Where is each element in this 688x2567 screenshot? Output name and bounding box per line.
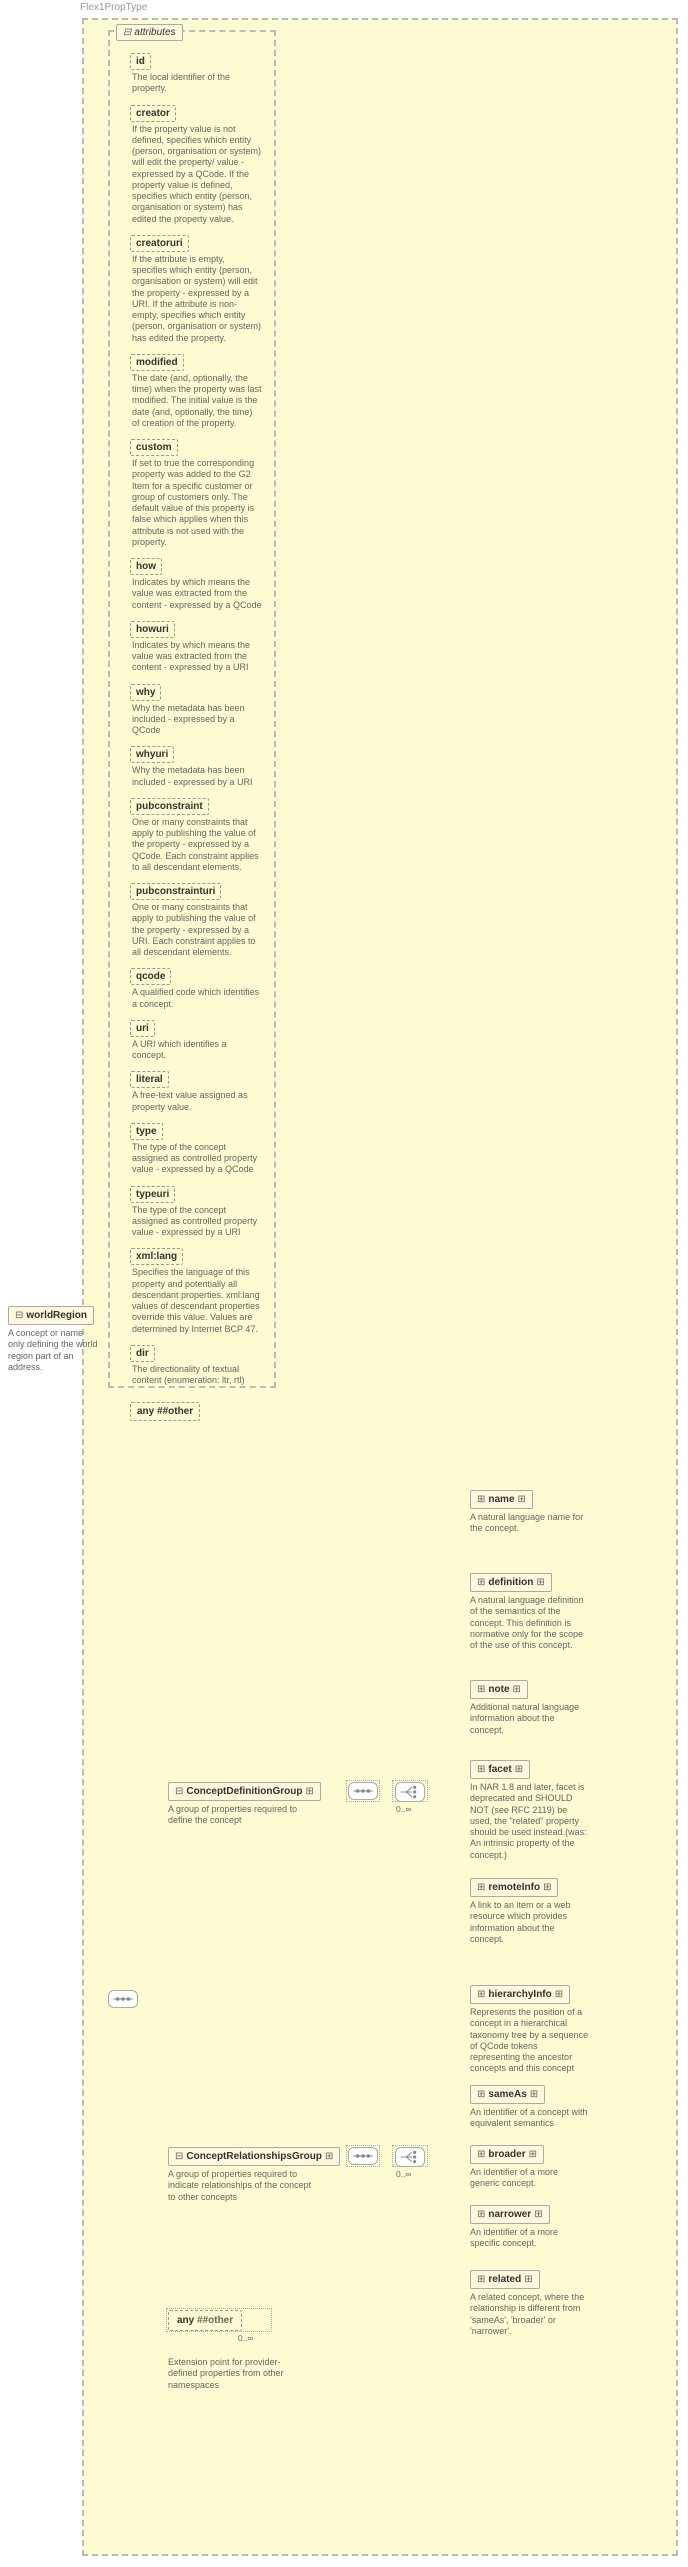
attribute-name: uri	[130, 1020, 155, 1037]
attribute-desc: If set to true the corresponding propert…	[132, 458, 262, 548]
attributes-header: attributes	[116, 24, 183, 41]
attribute-desc: A URI which identifies a concept.	[132, 1039, 262, 1062]
child-element-remoteInfo: remoteInfoA link to an item or a web res…	[470, 1878, 590, 1945]
concept-relationships-group-desc: A group of properties required to indica…	[168, 2169, 318, 2203]
attribute-name: whyuri	[130, 746, 174, 763]
attribute-item: why Why the metadata has been included - …	[130, 684, 266, 737]
child-element-desc: Additional natural language information …	[470, 1702, 590, 1736]
attribute-name: howuri	[130, 621, 175, 638]
attribute-desc: The directionality of textual content (e…	[132, 1364, 262, 1387]
attribute-name: modified	[130, 354, 184, 371]
attribute-desc: If the property value is not defined, sp…	[132, 124, 262, 225]
attribute-item: literal A free-text value assigned as pro…	[130, 1071, 266, 1113]
crg-sequence-compositor	[348, 2147, 378, 2167]
attribute-desc: If the attribute is empty, specifies whi…	[132, 254, 262, 344]
cdg-choice-compositor	[395, 1782, 425, 1802]
attribute-item: uri A URI which identifies a concept.	[130, 1020, 266, 1062]
attribute-desc: One or many constraints that apply to pu…	[132, 817, 262, 873]
child-element-desc: A related concept, where the relationshi…	[470, 2292, 590, 2337]
child-element-desc: Represents the position of a concept in …	[470, 2007, 590, 2075]
attribute-desc: The type of the concept assigned as cont…	[132, 1142, 262, 1176]
child-element-hierarchyInfo: hierarchyInfoRepresents the position of …	[470, 1985, 590, 2075]
attribute-item: modified The date (and, optionally, the t…	[130, 354, 266, 429]
crg-choice-compositor	[395, 2147, 425, 2167]
attribute-name: qcode	[130, 968, 171, 985]
attribute-name: xml:lang	[130, 1248, 183, 1265]
attribute-name: how	[130, 558, 162, 575]
attribute-item: id The local identifier of the property.	[130, 53, 266, 95]
attribute-item: howuri Indicates by which means the value…	[130, 621, 266, 674]
attribute-list: id The local identifier of the property. c…	[118, 53, 266, 1386]
attribute-item: qcode A qualified code which identifies a…	[130, 968, 266, 1010]
attribute-desc: Indicates by which means the value was e…	[132, 577, 262, 611]
child-element-name: nameA natural language name for the conc…	[470, 1490, 590, 1535]
diagram-title: Flex1PropType	[80, 2, 147, 13]
child-element-facet: facetIn NAR 1.8 and later, facet is depr…	[470, 1760, 590, 1861]
attribute-item: creator If the property value is not defi…	[130, 105, 266, 225]
attribute-name: id	[130, 53, 151, 70]
concept-definition-group-desc: A group of properties required to define…	[168, 1804, 318, 1827]
attribute-desc: Why the metadata has been included - exp…	[132, 765, 262, 788]
concept-relationships-group: ConceptRelationshipsGroup A group of pro…	[168, 2147, 340, 2203]
attribute-name: why	[130, 684, 161, 701]
attribute-desc: The local identifier of the property.	[132, 72, 262, 95]
attribute-name: dir	[130, 1345, 155, 1362]
child-element-desc: An identifier of a more specific concept…	[470, 2227, 590, 2250]
attribute-desc: Specifies the language of this property …	[132, 1267, 262, 1335]
attribute-name: type	[130, 1123, 163, 1140]
attribute-name: creator	[130, 105, 176, 122]
attribute-item: custom If set to true the corresponding p…	[130, 439, 266, 548]
child-element-desc: A natural language name for the concept.	[470, 1512, 590, 1535]
attribute-name: creatoruri	[130, 235, 189, 252]
child-element-desc: A link to an item or a web resource whic…	[470, 1900, 590, 1945]
child-element-definition: definitionA natural language definition …	[470, 1573, 590, 1651]
attribute-item: pubconstrainturi One or many constraints …	[130, 883, 266, 958]
child-element-narrower: narrowerAn identifier of a more specific…	[470, 2205, 590, 2250]
child-element-note: noteAdditional natural language informat…	[470, 1680, 590, 1736]
attribute-item: typeuri The type of the concept assigned …	[130, 1186, 266, 1239]
child-element-sameAs: sameAsAn identifier of a concept with eq…	[470, 2085, 590, 2130]
attribute-desc: The type of the concept assigned as cont…	[132, 1205, 262, 1239]
child-element-desc: An identifier of a more generic concept.	[470, 2167, 590, 2190]
main-sequence-compositor	[108, 1990, 138, 2010]
attribute-desc: A qualified code which identifies a conc…	[132, 987, 262, 1010]
attribute-name: literal	[130, 1071, 169, 1088]
attribute-desc: The date (and, optionally, the time) whe…	[132, 373, 262, 429]
attribute-item: how Indicates by which means the value wa…	[130, 558, 266, 611]
worldregion-desc: A concept or name only defining the worl…	[8, 1328, 98, 1373]
cdg-sequence-compositor	[348, 1782, 378, 1802]
attribute-item: dir The directionality of textual content…	[130, 1345, 266, 1387]
any-other-element: any ##other 0..∞ Extension point for pro…	[168, 2310, 308, 2391]
child-element-desc: In NAR 1.8 and later, facet is deprecate…	[470, 1782, 590, 1861]
attribute-desc: A free-text value assigned as property v…	[132, 1090, 262, 1113]
any-other-desc: Extension point for provider-defined pro…	[168, 2357, 308, 2391]
child-element-desc: A natural language definition of the sem…	[470, 1595, 590, 1651]
attribute-name: typeuri	[130, 1186, 175, 1203]
child-element-broader: broaderAn identifier of a more generic c…	[470, 2145, 590, 2190]
crg-cardinality: 0..∞	[396, 2169, 412, 2179]
attribute-item: type The type of the concept assigned as …	[130, 1123, 266, 1176]
attribute-name: pubconstrainturi	[130, 883, 221, 900]
attribute-desc: Why the metadata has been included - exp…	[132, 703, 262, 737]
cdg-cardinality: 0..∞	[396, 1804, 412, 1814]
attribute-item: pubconstraint One or many constraints tha…	[130, 798, 266, 873]
attribute-any-other: any ##other	[130, 1402, 200, 1421]
concept-definition-group: ConceptDefinitionGroup A group of proper…	[168, 1782, 321, 1827]
any-other-cardinality: 0..∞	[238, 2333, 308, 2343]
attribute-item: creatoruri If the attribute is empty, spe…	[130, 235, 266, 344]
child-element-desc: An identifier of a concept with equivale…	[470, 2107, 590, 2130]
root-element: worldRegion A concept or name only defin…	[8, 1306, 98, 1373]
attributes-container: attributes idThe local identifier of the…	[108, 30, 276, 1388]
attribute-name: pubconstraint	[130, 798, 209, 815]
attribute-desc: Indicates by which means the value was e…	[132, 640, 262, 674]
attribute-name: custom	[130, 439, 178, 456]
attribute-item: xml:lang Specifies the language of this p…	[130, 1248, 266, 1335]
attribute-desc: One or many constraints that apply to pu…	[132, 902, 262, 958]
worldregion-element: worldRegion	[8, 1306, 94, 1325]
child-element-related: relatedA related concept, where the rela…	[470, 2270, 590, 2337]
attribute-item: whyuri Why the metadata has been included…	[130, 746, 266, 788]
